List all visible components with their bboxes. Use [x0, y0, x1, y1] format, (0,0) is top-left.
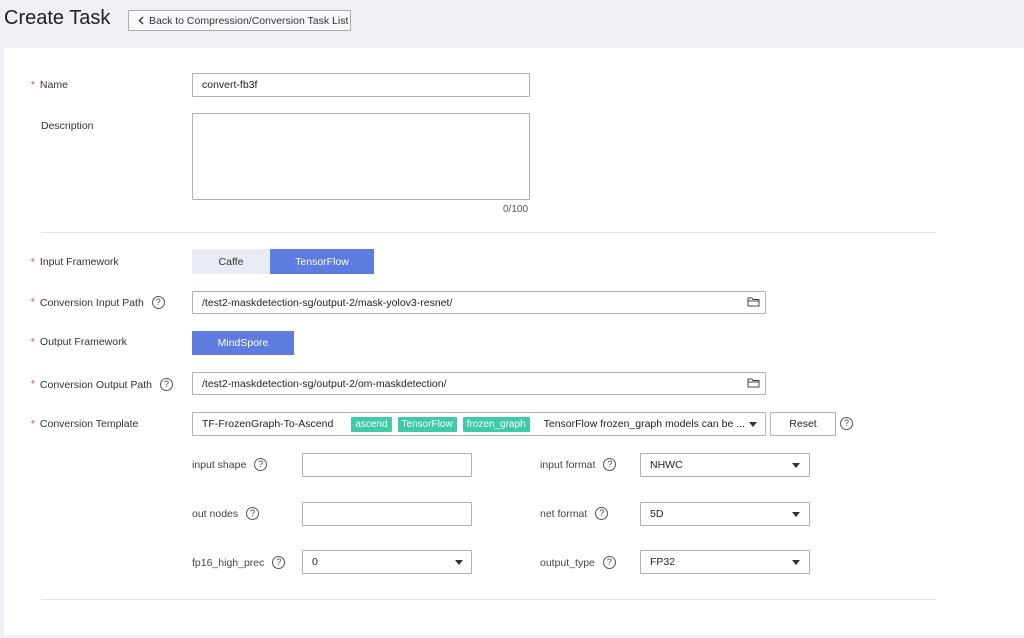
name-label: * Name: [31, 79, 68, 91]
folder-icon[interactable]: [747, 296, 760, 307]
section-divider: [41, 232, 936, 233]
description-label: Description: [41, 120, 94, 132]
tag-frozen-graph: frozen_graph: [462, 416, 530, 432]
help-icon[interactable]: ?: [603, 458, 617, 471]
page-title: Create Task: [4, 7, 111, 29]
template-description: TensorFlow frozen_graph models can be ..…: [543, 418, 745, 430]
back-to-task-list-button[interactable]: Back to Compression/Conversion Task List: [128, 10, 351, 31]
help-icon[interactable]: ?: [602, 556, 616, 569]
tag-ascend: ascend: [351, 416, 392, 432]
output-type-label: output_type ?: [540, 556, 616, 569]
input-shape-input[interactable]: [302, 453, 472, 477]
out-nodes-label: out nodes ?: [192, 507, 260, 520]
chevron-left-icon: [137, 16, 147, 25]
out-nodes-input[interactable]: [302, 502, 472, 526]
page-header: Create Task Back to Compression/Conversi…: [0, 0, 1024, 48]
help-icon[interactable]: ?: [254, 458, 268, 471]
back-button-label: Back to Compression/Conversion Task List: [149, 14, 349, 27]
required-mark: *: [31, 79, 35, 91]
tag-tensorflow: TensorFlow: [397, 416, 457, 432]
template-label: * Conversion Template: [31, 418, 139, 430]
required-mark: *: [31, 256, 35, 268]
name-input[interactable]: convert-fb3f: [192, 73, 530, 97]
help-icon[interactable]: ?: [840, 417, 853, 430]
description-textarea[interactable]: [192, 113, 530, 200]
required-mark: *: [31, 336, 35, 348]
input-format-select[interactable]: NHWC: [640, 453, 810, 477]
help-icon[interactable]: ?: [159, 378, 173, 391]
template-select[interactable]: TF-FrozenGraph-To-Ascend ascend TensorFl…: [192, 412, 766, 436]
description-counter: 0/100: [503, 204, 529, 215]
help-icon[interactable]: ?: [595, 507, 609, 520]
net-format-label: net format ?: [540, 507, 609, 520]
framework-caffe-option[interactable]: Caffe: [192, 249, 270, 274]
output-path-field[interactable]: /test2-maskdetection-sg/output-2/om-mask…: [192, 372, 766, 395]
help-icon[interactable]: ?: [151, 296, 165, 309]
output-path-label: * Conversion Output Path ?: [31, 378, 173, 391]
help-icon[interactable]: ?: [272, 556, 286, 569]
required-mark: *: [31, 297, 35, 308]
help-icon[interactable]: ?: [246, 507, 260, 520]
section-divider: [41, 599, 936, 600]
framework-mindspore-option[interactable]: MindSpore: [192, 331, 294, 355]
framework-tensorflow-option[interactable]: TensorFlow: [270, 249, 374, 274]
chevron-down-icon[interactable]: [792, 463, 800, 468]
input-format-label: input format ?: [540, 458, 617, 471]
reset-button[interactable]: Reset: [770, 412, 836, 436]
folder-icon[interactable]: [747, 377, 760, 388]
chevron-down-icon[interactable]: [749, 422, 757, 427]
fp16-high-prec-label: fp16_high_prec ?: [192, 556, 286, 569]
create-task-form: * Name convert-fb3f Description 0/100 * …: [4, 48, 1024, 635]
net-format-select[interactable]: 5D: [640, 502, 810, 526]
required-mark: *: [31, 379, 35, 390]
chevron-down-icon[interactable]: [792, 512, 800, 517]
required-mark: *: [31, 418, 35, 430]
input-path-field[interactable]: /test2-maskdetection-sg/output-2/mask-yo…: [192, 291, 766, 314]
output-type-select[interactable]: FP32: [640, 550, 810, 574]
input-shape-label: input shape ?: [192, 458, 268, 471]
chevron-down-icon[interactable]: [455, 560, 463, 565]
fp16-high-prec-select[interactable]: 0: [302, 550, 472, 574]
input-path-label: * Conversion Input Path ?: [31, 296, 165, 309]
chevron-down-icon[interactable]: [792, 560, 800, 565]
template-value: TF-FrozenGraph-To-Ascend: [202, 418, 334, 430]
input-framework-label: * Input Framework: [31, 256, 119, 268]
output-framework-label: * Output Framework: [31, 336, 127, 348]
